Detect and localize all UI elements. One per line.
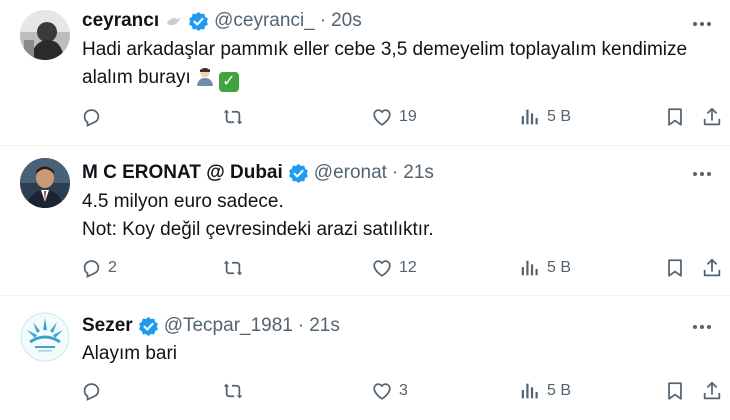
retweet-icon — [223, 383, 243, 399]
share-icon — [703, 258, 721, 277]
verified-badge-icon — [138, 316, 159, 337]
share-button[interactable] — [701, 103, 723, 131]
reply-icon — [83, 383, 100, 401]
user-handle[interactable]: @eronat — [314, 162, 387, 184]
like-icon — [373, 260, 391, 277]
avatar[interactable] — [20, 312, 70, 362]
display-name[interactable]: M C ERONAT @ Dubai — [82, 162, 283, 184]
tweet-actions: 2 12 5 B — [0, 254, 730, 282]
tweet-text: Hadi arkadaşlar pammık eller cebe 3,5 de… — [82, 36, 702, 92]
like-icon — [373, 109, 391, 126]
tweet-text-line: Not: Koy değil çevresindeki arazi satılı… — [82, 219, 434, 240]
tweet-text-line: Hadi arkadaşlar pammık eller cebe 3,5 de… — [82, 39, 688, 60]
display-name[interactable]: Sezer — [82, 315, 133, 337]
separator-dot: · — [297, 315, 305, 336]
tweet[interactable]: ceyrancı @ceyranci_ · 20s Hadi arkadaşla… — [0, 0, 730, 146]
views-icon — [521, 260, 538, 276]
bookmark-button[interactable] — [664, 377, 686, 405]
reply-button[interactable] — [80, 103, 108, 131]
dove-icon — [165, 12, 183, 30]
bookmark-button[interactable] — [664, 254, 686, 282]
tweet-text-line: alalım burayı ✓ — [82, 64, 702, 92]
retweet-button[interactable] — [222, 254, 250, 282]
bookmark-icon — [668, 108, 682, 126]
views-button[interactable]: 5 B — [519, 103, 571, 131]
like-icon — [373, 383, 391, 400]
person-emoji-icon — [195, 66, 215, 86]
retweet-button[interactable] — [222, 103, 250, 131]
separator-dot: · — [319, 10, 327, 31]
share-icon — [703, 381, 721, 400]
bookmark-icon — [668, 382, 682, 400]
tweet-header: M C ERONAT @ Dubai @eronat · 21s — [82, 162, 434, 184]
tweet-text-segment: alalım burayı — [82, 67, 191, 88]
retweet-icon — [223, 260, 243, 276]
tweet[interactable]: Sezer @Tecpar_1981 · 21s Alayım bari 3 5… — [0, 296, 730, 420]
timestamp[interactable]: 21s — [309, 315, 340, 337]
avatar[interactable] — [20, 10, 70, 60]
views-icon — [521, 109, 538, 125]
user-handle[interactable]: @ceyranci_ — [214, 10, 315, 32]
like-count: 12 — [399, 259, 417, 276]
retweet-button[interactable] — [222, 377, 250, 405]
timeline-feed: ceyrancı @ceyranci_ · 20s Hadi arkadaşla… — [0, 0, 730, 420]
views-icon — [521, 383, 538, 399]
reply-icon — [83, 260, 100, 278]
more-icon[interactable] — [690, 14, 714, 34]
share-icon — [703, 107, 721, 126]
view-count: 5 B — [547, 108, 572, 125]
display-name[interactable]: ceyrancı — [82, 10, 159, 32]
view-count: 5 B — [547, 382, 572, 399]
tweet-header: ceyrancı @ceyranci_ · 20s — [82, 10, 362, 32]
reply-icon — [83, 109, 100, 127]
like-button[interactable]: 3 — [371, 377, 408, 405]
tweet-text: 4.5 milyon euro sadece. Not: Koy değil ç… — [82, 188, 702, 244]
like-button[interactable]: 12 — [371, 254, 417, 282]
like-count: 19 — [399, 108, 417, 125]
like-button[interactable]: 19 — [371, 103, 417, 131]
view-count: 5 B — [547, 259, 572, 276]
bookmark-icon — [668, 259, 682, 277]
tweet-text-line: Alayım bari — [82, 343, 178, 364]
like-count: 3 — [399, 382, 408, 399]
verified-badge-icon — [288, 163, 309, 184]
tweet-actions: 3 5 B — [0, 377, 730, 405]
verified-badge-icon — [188, 11, 209, 32]
views-button[interactable]: 5 B — [519, 254, 571, 282]
reply-button[interactable]: 2 — [80, 254, 117, 282]
tweet-header: Sezer @Tecpar_1981 · 21s — [82, 315, 340, 337]
retweet-icon — [223, 109, 243, 125]
bookmark-button[interactable] — [664, 103, 686, 131]
share-button[interactable] — [701, 377, 723, 405]
share-button[interactable] — [701, 254, 723, 282]
reply-button[interactable] — [80, 377, 108, 405]
tweet[interactable]: M C ERONAT @ Dubai @eronat · 21s 4.5 mil… — [0, 146, 730, 296]
separator-dot: · — [391, 162, 399, 183]
more-icon[interactable] — [690, 317, 714, 337]
more-icon[interactable] — [690, 164, 714, 184]
tweet-text: Alayım bari — [82, 340, 702, 368]
tweet-text-line: 4.5 milyon euro sadece. — [82, 191, 284, 212]
check-mark-emoji-icon: ✓ — [218, 72, 239, 92]
user-handle[interactable]: @Tecpar_1981 — [164, 315, 293, 337]
views-button[interactable]: 5 B — [519, 377, 571, 405]
tweet-actions: 19 5 B — [0, 103, 730, 131]
timestamp[interactable]: 20s — [331, 10, 362, 32]
timestamp[interactable]: 21s — [403, 162, 434, 184]
avatar[interactable] — [20, 158, 70, 208]
reply-count: 2 — [108, 259, 117, 276]
